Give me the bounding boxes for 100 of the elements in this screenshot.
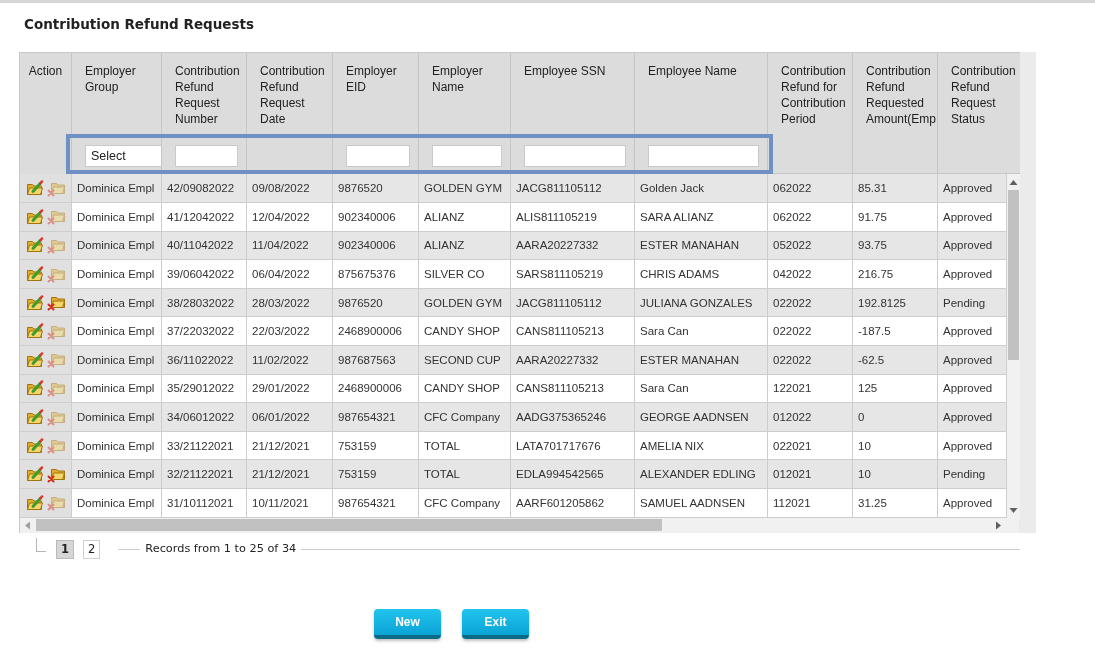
table-cell: Dominica Empl	[71, 202, 162, 232]
filter-input[interactable]	[175, 144, 238, 167]
table-cell: 36/11022022	[161, 345, 247, 375]
table-cell: Pending	[937, 288, 1007, 317]
table-cell: Approved	[937, 259, 1007, 289]
table-cell: 012021	[767, 459, 853, 489]
table-cell: Sara Can	[634, 374, 768, 403]
folder-pencil-icon[interactable]	[26, 351, 44, 368]
table-cell: 052022	[767, 231, 853, 260]
table-cell: 21/12/2021	[246, 459, 333, 489]
filter-input[interactable]	[524, 144, 626, 167]
table-cell: Dominica Empl	[71, 231, 162, 260]
table-cell: Approved	[937, 202, 1007, 232]
folder-pencil-icon[interactable]	[26, 237, 44, 254]
scroll-left-icon[interactable]	[23, 520, 32, 530]
table-cell: GOLDEN GYM	[418, 174, 511, 203]
table-cell: ALIANZ	[418, 231, 511, 260]
table-cell: SECOND CUP	[418, 345, 511, 375]
column-header: Employer EID	[332, 52, 419, 139]
scrollbar-thumb[interactable]	[1008, 190, 1019, 360]
table-cell: Golden Jack	[634, 174, 768, 203]
filter-select[interactable]: Select	[85, 144, 161, 167]
table-cell: JACG811105112	[510, 174, 635, 203]
scrollbar-thumb[interactable]	[36, 519, 662, 532]
table-cell: 11/02/2022	[246, 345, 333, 375]
table-cell: 902340006	[332, 231, 419, 260]
page-button[interactable]: 2	[83, 540, 101, 560]
scroll-down-icon[interactable]	[1009, 505, 1018, 515]
table-cell: Dominica Empl	[71, 374, 162, 403]
table-cell: Approved	[937, 402, 1007, 432]
folder-pencil-icon[interactable]	[26, 294, 44, 311]
folder-cross-icon[interactable]	[47, 494, 65, 512]
table-cell: Approved	[937, 174, 1007, 203]
folder-cross-icon[interactable]	[47, 294, 65, 312]
table-cell: Approved	[937, 231, 1007, 260]
page-button[interactable]: 1	[56, 540, 74, 560]
vertical-scrollbar[interactable]	[1007, 174, 1020, 518]
table-cell: AADG375365246	[510, 402, 635, 432]
table-cell: Dominica Empl	[71, 174, 162, 203]
table-cell: 987654321	[332, 402, 419, 432]
table-cell: 042022	[767, 259, 853, 289]
table-cell: 29/01/2022	[246, 374, 333, 403]
folder-pencil-icon[interactable]	[26, 437, 44, 454]
table-cell: 2468900006	[332, 374, 419, 403]
table-cell: 40/11042022	[161, 231, 247, 260]
table-cell: 35/29012022	[161, 374, 247, 403]
table-cell: Dominica Empl	[71, 402, 162, 432]
table-cell: 28/03/2022	[246, 288, 333, 317]
table-cell: 875675376	[332, 259, 419, 289]
folder-pencil-icon[interactable]	[26, 266, 44, 283]
folder-pencil-icon[interactable]	[26, 323, 44, 340]
folder-cross-icon[interactable]	[47, 237, 65, 254]
table-cell: 06/01/2022	[246, 402, 333, 432]
table-cell: 192.8125	[852, 288, 938, 317]
table-cell: SARS811105219	[510, 259, 635, 289]
folder-pencil-icon[interactable]	[26, 208, 44, 225]
folder-cross-icon[interactable]	[47, 208, 65, 226]
table-cell: ESTER MANAHAN	[634, 345, 768, 375]
table-cell: AARA20227332	[510, 345, 635, 375]
filter-input[interactable]	[432, 144, 502, 167]
scroll-up-icon[interactable]	[1009, 178, 1018, 187]
folder-cross-icon[interactable]	[47, 437, 65, 455]
scroll-right-icon[interactable]	[994, 520, 1003, 530]
table-cell: CFC Company	[418, 488, 511, 518]
table-cell: CANDY SHOP	[418, 374, 511, 403]
table-cell: ESTER MANAHAN	[634, 231, 768, 260]
filter-input[interactable]	[648, 144, 759, 167]
table-cell: 91.75	[852, 202, 938, 232]
folder-cross-icon[interactable]	[47, 351, 65, 369]
folder-pencil-icon[interactable]	[26, 494, 44, 511]
table-cell: SARA ALIANZ	[634, 202, 768, 232]
filter-input[interactable]	[346, 144, 410, 167]
table-cell: 34/06012022	[161, 402, 247, 432]
table-cell: 31/10112021	[161, 488, 247, 518]
column-header: Contribution Refund Request Number	[161, 52, 247, 139]
folder-pencil-icon[interactable]	[26, 409, 44, 426]
table-cell: 062022	[767, 174, 853, 203]
table-cell: AARF601205862	[510, 488, 635, 518]
table-cell: ALEXANDER EDLING	[634, 459, 768, 489]
table-cell: 22/03/2022	[246, 316, 333, 346]
table-cell: JULIANA GONZALES	[634, 288, 768, 317]
table-cell: 122021	[767, 374, 853, 403]
table-cell: 012022	[767, 402, 853, 432]
table-cell: 987654321	[332, 488, 419, 518]
table-cell: AARA20227332	[510, 231, 635, 260]
table-cell: 85.31	[852, 174, 938, 203]
column-header: Contribution Refund Request Status	[937, 52, 1020, 139]
table-cell: CFC Company	[418, 402, 511, 432]
table-cell: ALIANZ	[418, 202, 511, 232]
table-cell: 09/08/2022	[246, 174, 333, 203]
table-cell: 9876520	[332, 288, 419, 317]
table-cell: 987687563	[332, 345, 419, 375]
table-cell: 753159	[332, 431, 419, 460]
table-cell: Approved	[937, 316, 1007, 346]
folder-pencil-icon[interactable]	[26, 466, 44, 483]
folder-pencil-icon[interactable]	[26, 380, 44, 397]
table-cell: Dominica Empl	[71, 316, 162, 346]
table-cell: SILVER CO	[418, 259, 511, 289]
table-cell: 022022	[767, 288, 853, 317]
folder-pencil-icon[interactable]	[26, 180, 44, 197]
